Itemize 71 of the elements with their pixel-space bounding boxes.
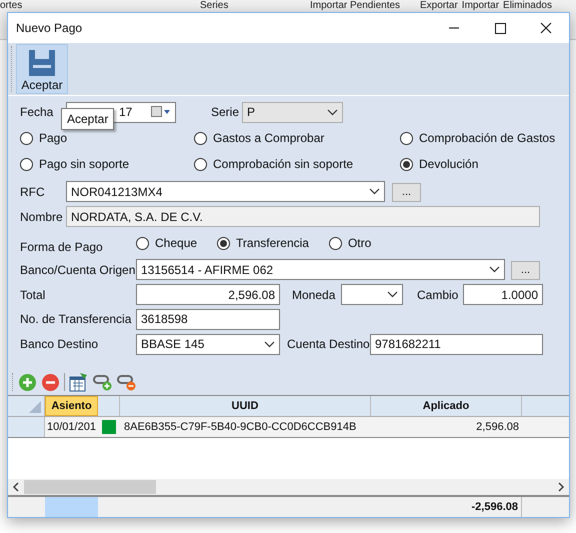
radio-label: Pago [39,130,68,147]
field-label: Banco Destino [19,336,100,353]
radio-button[interactable] [400,158,413,170]
field-label: Nombre [19,208,64,226]
total-cell: -2,596.08 [98,497,522,517]
field-label: RFC [19,184,46,200]
tooltip: Aceptar [61,108,114,130]
browse-button[interactable]: ... [392,182,421,202]
horizontal-scrollbar[interactable] [8,479,569,495]
link-add-icon[interactable] [93,373,113,391]
total-field[interactable]: 2,596.08 [136,284,280,305]
radio-button[interactable] [328,236,342,250]
field-label: Serie [211,104,240,121]
transferencia-field[interactable]: 3618598 [136,308,280,330]
toolbar-label: ortes [0,0,24,12]
radio-label: Cheque [155,235,198,252]
radio-button[interactable] [20,158,33,170]
radio-button[interactable] [217,236,230,250]
column-header[interactable]: Aplicado [371,396,522,416]
serie-dropdown[interactable]: P [242,102,343,122]
calendar-icon[interactable] [69,372,89,392]
chevron-icon [369,188,380,195]
field-label: Forma de Pago [19,239,104,256]
field-label: Cuenta Destino [287,336,370,353]
toolbar-label: Importar Pendientes [310,0,402,12]
field-label: Banco/Cuenta Origen [19,262,136,278]
chevron-icon [264,340,275,348]
field-label: Moneda [292,286,336,304]
accept-button[interactable]: Aceptar [16,44,68,94]
chevron-icon [387,291,398,298]
toolbar-label: Exportar [420,0,458,12]
table-cell-text: 8AE6B355-C79F-5B40-9CB0-CC0D6CCB914B [123,420,358,435]
radio-button[interactable] [194,158,207,170]
link-remove-icon[interactable] [117,373,137,391]
radio-button[interactable] [136,236,149,250]
cambio-field[interactable]: 1.0000 [463,284,543,305]
radio-label: Comprobación de Gastos [419,130,556,147]
radio-label: Pago sin soporte [39,156,130,173]
radio-button[interactable] [20,132,33,144]
radio-label: Comprobación sin soporte [213,156,354,173]
radio-label: Transferencia [236,235,309,252]
calendar-icon [151,106,171,118]
cuenta-destino-field[interactable]: 9781682211 [370,334,543,354]
radio-label: Gastos a Comprobar [213,130,324,147]
toolbar-label: Series [200,0,230,12]
toolbar-label: Eliminados [503,0,552,12]
remove-icon[interactable] [41,372,60,392]
footer-cell [45,497,98,517]
radio-label: Otro [348,235,372,252]
rfc-dropdown[interactable]: NOR041213MX4 [66,181,385,202]
column-header[interactable]: Asiento [45,396,98,416]
radio-button[interactable] [400,132,413,144]
browse-button[interactable]: ... [511,260,540,280]
table-cell-text: 10/01/201 [46,420,97,435]
radio-label: Devolución [419,156,478,173]
column-header[interactable]: UUID [120,396,371,416]
toolbar-label: Importar [462,0,500,12]
chevron-icon [489,266,500,273]
banco-origen-dropdown[interactable]: 13156514 - AFIRME 062 [136,259,505,280]
chevron-icon [327,108,338,116]
moneda-dropdown[interactable] [341,284,403,305]
field-label: No. de Transferencia [19,311,132,328]
add-icon[interactable] [18,372,37,392]
field-label: Cambio [417,286,460,304]
field-label: Fecha [19,104,54,121]
nombre-field[interactable]: NORDATA, S.A. DE C.V. [66,206,540,227]
field-label: Total [19,286,46,304]
radio-button[interactable] [194,132,207,144]
banco-destino-dropdown[interactable]: BBASE 145 [136,334,280,354]
window-title: Nuevo Pago [16,20,84,37]
table-cell-text: 2,596.08 [475,420,520,435]
